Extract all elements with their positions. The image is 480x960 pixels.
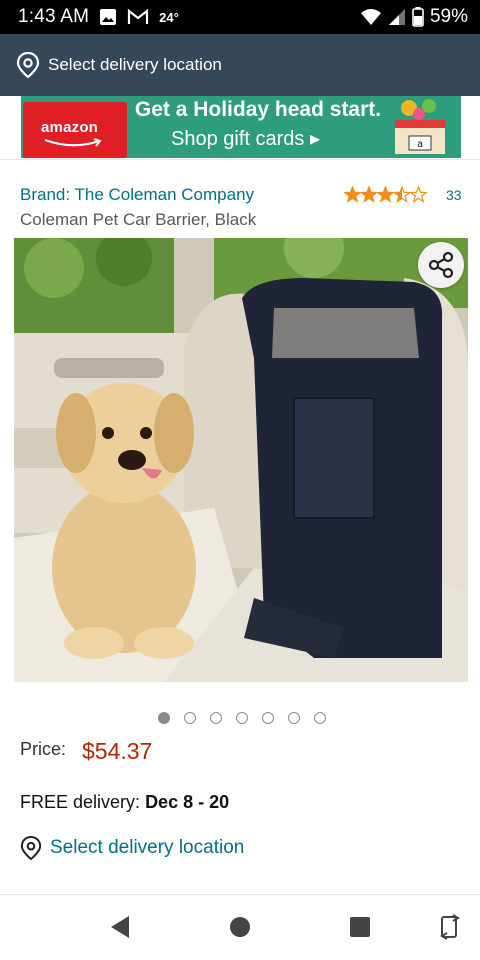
delivery-info: FREE delivery: Dec 8 - 20 <box>20 792 229 813</box>
status-time: 1:43 AM <box>18 6 90 27</box>
price-value: $54.37 <box>82 738 153 764</box>
recents-square-icon <box>350 917 370 937</box>
select-location-text: Select delivery location <box>50 837 245 858</box>
delivery-dates: Dec 8 - 20 <box>145 792 230 812</box>
gift-box-icon: a <box>395 99 445 154</box>
delivery-location-bar[interactable]: Select delivery location <box>0 34 480 96</box>
battery-percent: 59% <box>429 6 468 27</box>
system-nav-bar <box>0 895 480 960</box>
star-icon <box>359 186 379 203</box>
rating-summary[interactable]: 33 <box>344 186 462 204</box>
carousel-dot[interactable] <box>236 712 248 724</box>
back-button[interactable] <box>104 911 136 943</box>
brand-link[interactable]: Brand: The Coleman Company <box>20 185 254 205</box>
product-image[interactable] <box>14 238 468 682</box>
location-pin-icon <box>20 836 42 860</box>
star-icon <box>392 186 412 203</box>
location-pin-icon <box>16 52 40 78</box>
status-bar: 1:43 AM 24° 59% <box>0 0 480 34</box>
gift-card-image: amazon <box>23 102 127 158</box>
back-triangle-icon <box>111 916 129 938</box>
image-icon <box>99 8 117 26</box>
amazon-logo: amazon <box>41 119 99 136</box>
battery-icon <box>412 7 424 27</box>
product-title: Coleman Pet Car Barrier, Black <box>20 210 257 229</box>
carousel-dot[interactable] <box>210 712 222 724</box>
delivery-prefix: FREE delivery: <box>20 792 141 812</box>
carousel-dot[interactable] <box>184 712 196 724</box>
select-location-link[interactable]: Select delivery location <box>20 836 244 860</box>
share-icon <box>428 251 454 279</box>
gmail-icon <box>127 9 149 25</box>
recents-button[interactable] <box>344 911 376 943</box>
delivery-location-text: Select delivery location <box>48 55 222 74</box>
banner-container: amazon Get a Holiday head start. Shop gi… <box>0 96 480 160</box>
home-circle-icon <box>230 917 250 937</box>
share-button[interactable] <box>418 242 464 288</box>
star-rating <box>344 186 428 203</box>
star-icon <box>376 186 395 203</box>
carousel-dot[interactable] <box>158 712 170 724</box>
star-icon <box>344 186 362 203</box>
price-label: Price: <box>20 739 67 759</box>
rating-count: 33 <box>446 187 462 203</box>
gift-card-banner[interactable]: amazon Get a Holiday head start. Shop gi… <box>21 96 461 158</box>
banner-title: Get a Holiday head start. <box>134 98 382 121</box>
wifi-icon <box>360 8 382 26</box>
rotate-button[interactable] <box>434 911 466 943</box>
image-carousel-dots[interactable] <box>158 712 326 724</box>
carousel-dot[interactable] <box>262 712 274 724</box>
carousel-dot[interactable] <box>288 712 300 724</box>
signal-icon <box>388 8 406 26</box>
weather-temp: 24° <box>159 9 179 25</box>
smile-icon <box>44 138 102 147</box>
home-button[interactable] <box>224 911 256 943</box>
carousel-dot[interactable] <box>314 712 326 724</box>
rotate-icon <box>440 914 460 940</box>
banner-subtitle: Shop gift cards ▸ <box>171 128 321 150</box>
star-icon <box>409 186 428 203</box>
svg-text:a: a <box>417 139 423 150</box>
